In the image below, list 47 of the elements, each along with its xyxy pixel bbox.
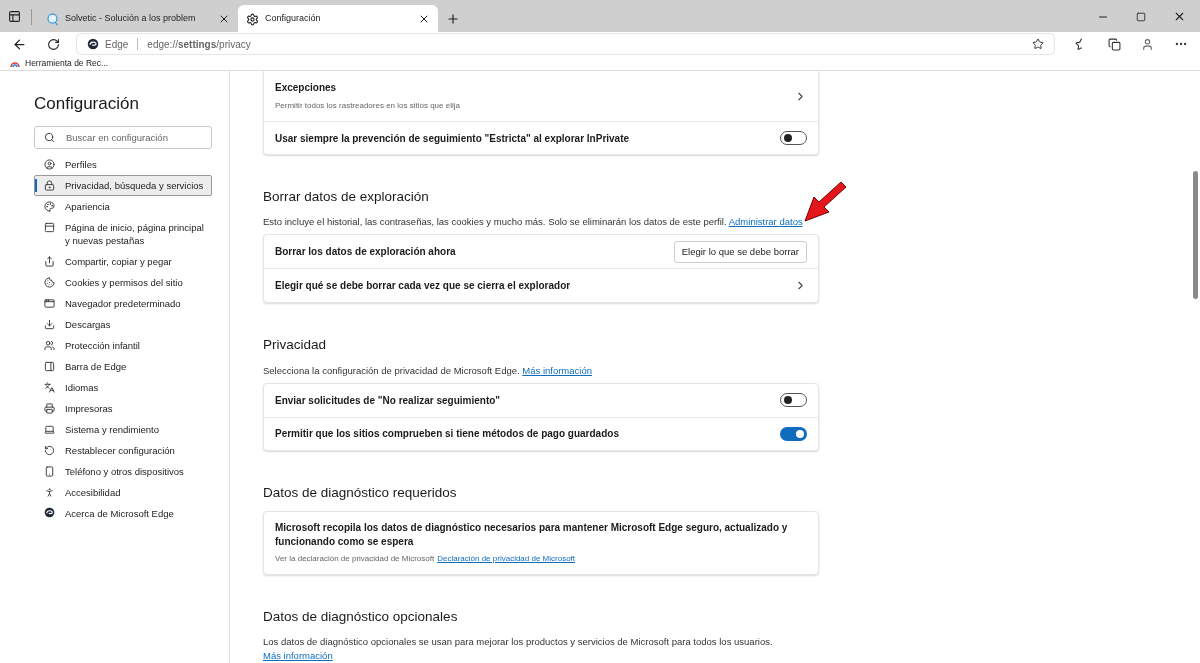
section-description: Selecciona la configuración de privacidad de Microsoft Edge. Más información	[263, 363, 593, 378]
section-heading: Privacidad	[263, 336, 328, 355]
setting-label: Permitir que los sitios comprueben si tiene métodos de pago guardados	[275, 427, 619, 441]
sidebar-item[interactable]: Privacidad, búsqueda y servicios	[34, 174, 212, 196]
site-label: Edge	[105, 37, 129, 52]
info-link[interactable]: Más información	[263, 650, 333, 661]
address-bar[interactable]: Edge edge://settings/privacy	[76, 33, 1055, 55]
search-field[interactable]: Buscar en configuración	[34, 125, 212, 149]
setting-description: Microsoft recopila los datos de diagnóstico necesarios para mantener Microsoft Edge seguro, actualizado y funcionando como se espera	[275, 520, 789, 549]
sidebar-item[interactable]: Restablecer configuración	[34, 439, 212, 461]
setting-description: Permitir todos los rastreadores en los sitios que elija	[275, 100, 460, 112]
sidebar-item[interactable]: Protección infantil	[34, 334, 212, 356]
choose-button[interactable]: Elegir lo que se debe borrar	[673, 240, 807, 263]
sidebar-item[interactable]: Sistema y rendimiento	[34, 418, 212, 440]
sidebar-item[interactable]: Accesibilidad	[34, 481, 212, 503]
section-description: Los datos de diagnóstico opcionales se usan para mejorar los productos y servicios de Microsoft para todos los usuarios. Más información	[263, 635, 774, 663]
sidebar-item[interactable]: Impresoras	[34, 397, 212, 419]
sidebar-item[interactable]: Cookies y permisos del sitio	[34, 271, 212, 293]
info-link[interactable]: Administrar datos	[728, 216, 803, 228]
tab-title: Configuración	[265, 12, 322, 26]
privacy-link[interactable]: Declaración de privacidad de Microsoft	[437, 552, 576, 565]
settings-title: Configuración	[34, 93, 140, 115]
browser-tab[interactable]: Configuración	[238, 5, 438, 33]
info-link[interactable]: Más información	[522, 364, 592, 376]
setting-label: Borrar los datos de exploración ahora	[275, 245, 456, 260]
tab-title: Solvetic - Solución a los problem	[65, 12, 197, 26]
section-heading: Datos de diagnóstico requeridos	[263, 483, 458, 502]
sidebar-item[interactable]: Apariencia	[34, 195, 212, 217]
sidebar-item[interactable]: Navegador predeterminado	[34, 292, 212, 314]
bookmark-item[interactable]: Herramienta de Rec...	[10, 56, 109, 70]
setting-label: Enviar solicitudes de "No realizar seguimiento"	[275, 393, 501, 408]
setting-label: Usar siempre la prevención de seguimiento "Estricta" al explorar InPrivate	[275, 131, 630, 146]
setting-label: Excepciones	[275, 81, 338, 95]
section-heading: Borrar datos de exploración	[263, 188, 430, 206]
sidebar-item[interactable]: Compartir, copiar y pegar	[34, 250, 212, 272]
sidebar-item[interactable]: Página de inicio, página principal y nuevas pestañas	[34, 216, 212, 251]
sidebar-item[interactable]: Teléfono y otros dispositivos	[34, 460, 212, 482]
note-text: Ver la declaración de privacidad de Microsoft	[275, 552, 435, 565]
section-heading: Datos de diagnóstico opcionales	[263, 607, 459, 626]
browser-tab[interactable]: Solvetic - Solución a los problem	[38, 5, 238, 33]
sidebar-item[interactable]: Perfiles	[34, 153, 212, 175]
setting-label: Elegir qué se debe borrar cada vez que se cierra el explorador	[275, 279, 571, 294]
url-text: edge://settings/privacy	[147, 37, 251, 52]
sidebar-item[interactable]: Barra de Edge	[34, 355, 212, 377]
sidebar-item[interactable]: Descargas	[34, 313, 212, 335]
sidebar-item[interactable]: Idiomas	[34, 376, 212, 398]
sidebar-item[interactable]: Acerca de Microsoft Edge	[34, 502, 212, 524]
